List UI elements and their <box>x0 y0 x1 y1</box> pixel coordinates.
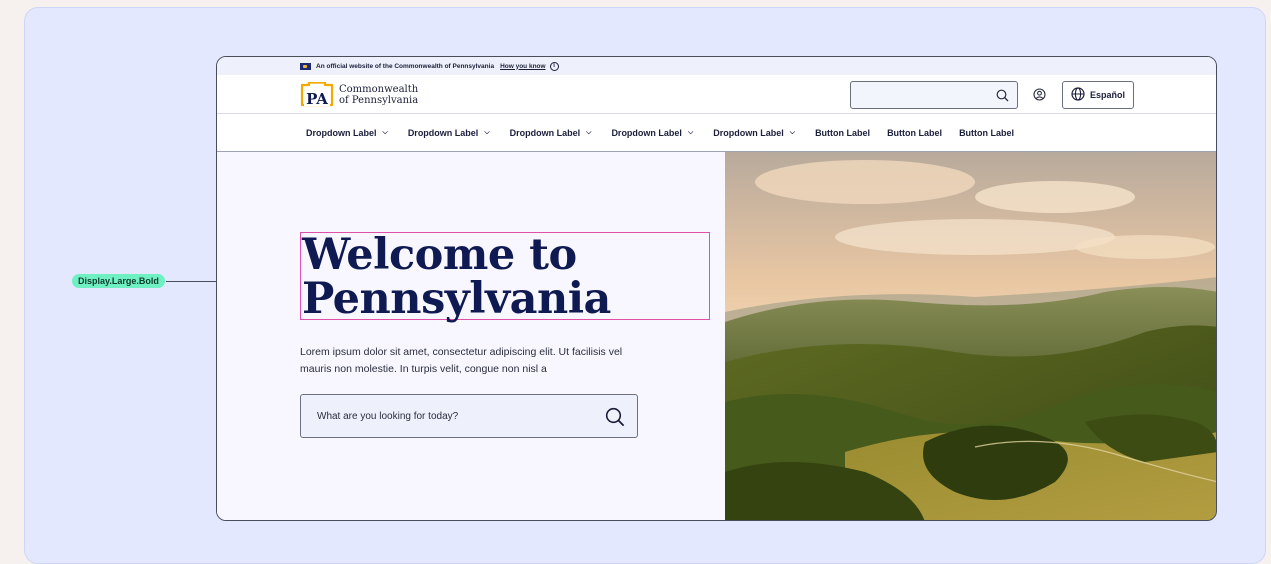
site-header: PA Commonwealth of Pennsylvania Español <box>217 75 1216 114</box>
annotation-tag: Display.Large.Bold <box>72 274 165 288</box>
official-gov-banner: An official website of the Commonwealth … <box>217 57 1216 75</box>
nav-button-1[interactable]: Button Label <box>815 128 870 138</box>
nav-dropdown-5[interactable]: Dropdown Label ⌵ <box>713 128 795 138</box>
hero-title: Welcome to Pennsylvania <box>300 230 710 324</box>
language-toggle-button[interactable]: Español <box>1062 81 1134 109</box>
gov-banner-text: An official website of the Commonwealth … <box>316 62 495 70</box>
how-you-know-link[interactable]: How you know <box>500 63 546 70</box>
nav-dropdown-2[interactable]: Dropdown Label ⌵ <box>408 128 490 138</box>
hero-description: Lorem ipsum dolor sit amet, consectetur … <box>300 346 623 375</box>
keystone-logo-icon: PA <box>300 81 334 108</box>
nav-button-3[interactable]: Button Label <box>959 128 1014 138</box>
nav-dropdown-4[interactable]: Dropdown Label ⌵ <box>611 128 693 138</box>
search-icon[interactable] <box>996 89 1009 107</box>
browser-frame: An official website of the Commonwealth … <box>216 56 1217 521</box>
globe-icon <box>1071 87 1085 103</box>
chevron-down-icon: ⌵ <box>586 128 592 136</box>
info-icon[interactable]: i <box>549 61 559 71</box>
pa-logo[interactable]: PA Commonwealth of Pennsylvania <box>300 81 418 108</box>
chevron-down-icon: ⌵ <box>687 128 694 136</box>
header-search-input[interactable] <box>850 81 1018 109</box>
chevron-down-icon: ⌵ <box>382 128 388 136</box>
hero-search-input[interactable]: What are you looking for today? <box>300 394 638 438</box>
nav-button-2[interactable]: Button Label <box>887 128 942 138</box>
account-icon[interactable] <box>1033 88 1046 106</box>
chevron-down-icon: ⌵ <box>484 128 490 136</box>
nav-dropdown-label: Dropdown Label <box>611 127 682 138</box>
logo-wordmark: Commonwealth of Pennsylvania <box>339 84 418 106</box>
hero-search-placeholder: What are you looking for today? <box>317 410 459 422</box>
nav-dropdown-label: Dropdown Label <box>306 127 377 138</box>
logo-line-1: Commonwealth <box>339 83 419 95</box>
nav-dropdown-1[interactable]: Dropdown Label ⌵ <box>306 128 388 138</box>
hero-content: Welcome to Pennsylvania Lorem ipsum dolo… <box>217 152 725 520</box>
nav-dropdown-label: Dropdown Label <box>713 127 784 138</box>
language-button-label: Español <box>1089 90 1125 100</box>
flag-icon <box>300 62 311 70</box>
main-nav: Dropdown Label ⌵ Dropdown Label ⌵ Dropdown… <box>217 114 1216 152</box>
logo-line-2: of Pennsylvania <box>339 94 419 106</box>
hero-landscape-image <box>725 152 1216 520</box>
nav-dropdown-label: Dropdown Label <box>407 127 479 138</box>
typography-annotation: Display.Large.Bold <box>72 274 165 288</box>
search-icon[interactable] <box>605 407 625 430</box>
chevron-down-icon: ⌵ <box>789 128 796 136</box>
logo-mark-text: PA <box>306 90 328 107</box>
nav-dropdown-3[interactable]: Dropdown Label ⌵ <box>510 128 592 138</box>
hero-title-line-1: Welcome to <box>302 230 577 280</box>
hero-title-line-2: Pennsylvania <box>302 274 611 324</box>
nav-dropdown-label: Dropdown Label <box>509 127 581 138</box>
